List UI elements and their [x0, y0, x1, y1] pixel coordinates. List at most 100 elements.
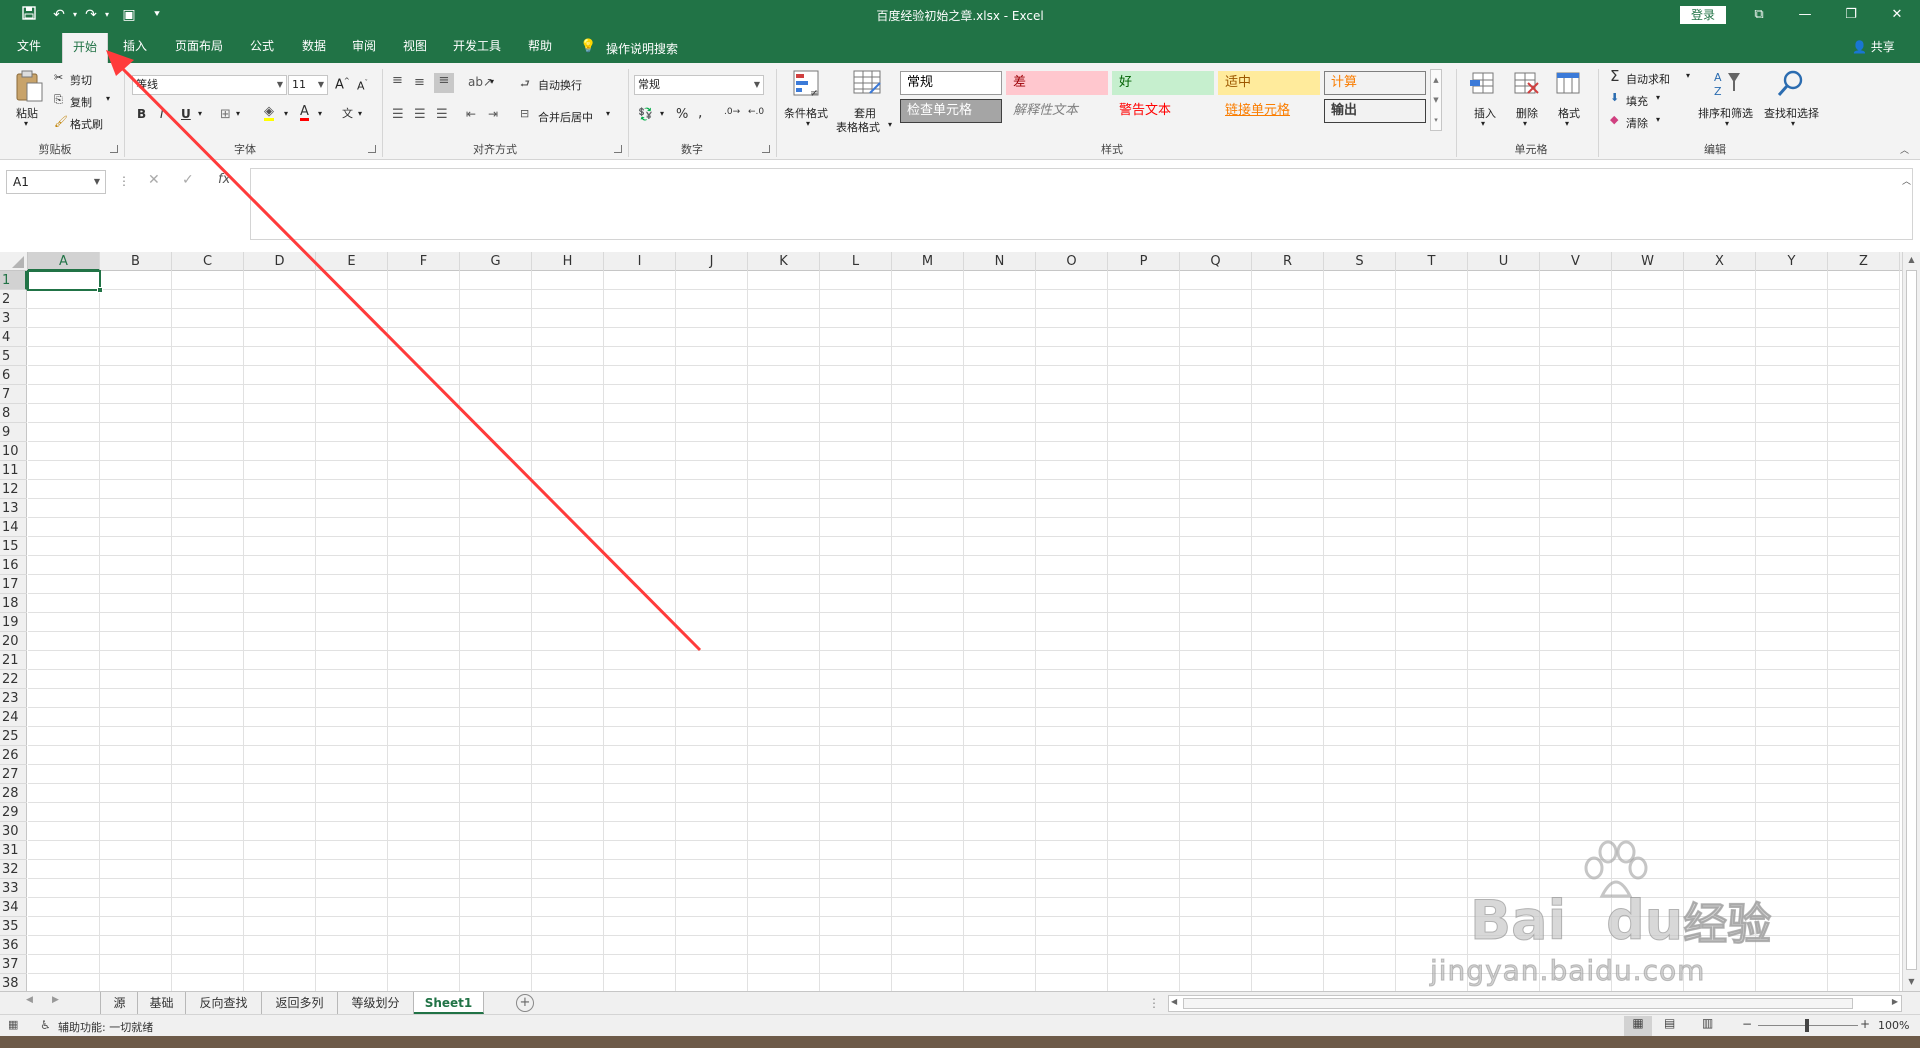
row-header-29[interactable]: 29: [0, 803, 27, 822]
normal-view-icon[interactable]: ▦: [1624, 1016, 1652, 1036]
page-layout-view-icon[interactable]: ▤: [1664, 1016, 1675, 1030]
number-launcher-icon[interactable]: [762, 145, 770, 153]
row-header-32[interactable]: 32: [0, 860, 27, 879]
tab-review[interactable]: 审阅: [342, 30, 386, 63]
style-output[interactable]: 输出: [1324, 99, 1426, 123]
scroll-right-icon[interactable]: ▶: [1892, 997, 1898, 1006]
bold-icon[interactable]: B: [137, 107, 146, 121]
align-left-icon[interactable]: ☰: [392, 107, 404, 122]
row-header-13[interactable]: 13: [0, 499, 27, 518]
fill-button[interactable]: 填充: [1626, 93, 1648, 109]
tab-view[interactable]: 视图: [393, 30, 437, 63]
column-header-b[interactable]: B: [100, 252, 172, 271]
align-center-icon[interactable]: ☰: [414, 107, 426, 122]
column-header-w[interactable]: W: [1612, 252, 1684, 271]
row-header-6[interactable]: 6: [0, 366, 27, 385]
column-header-x[interactable]: X: [1684, 252, 1756, 271]
zoom-level[interactable]: 100%: [1878, 1019, 1909, 1032]
borders-dropdown-icon[interactable]: ▾: [236, 109, 240, 118]
copy-dropdown-icon[interactable]: ▾: [106, 94, 110, 103]
insert-function-icon[interactable]: fx: [218, 172, 230, 187]
decrease-decimal-icon[interactable]: ←.0: [748, 107, 764, 117]
tab-split-grip-icon[interactable]: ⋮: [1148, 996, 1160, 1010]
row-header-9[interactable]: 9: [0, 423, 27, 442]
column-header-t[interactable]: T: [1396, 252, 1468, 271]
column-header-r[interactable]: R: [1252, 252, 1324, 271]
vertical-scroll-thumb[interactable]: [1906, 270, 1917, 970]
row-header-1[interactable]: 1: [0, 271, 27, 290]
column-header-m[interactable]: M: [892, 252, 964, 271]
delete-cells-icon[interactable]: [1512, 69, 1540, 97]
format-dropdown-icon[interactable]: ▾: [1565, 119, 1569, 128]
row-header-10[interactable]: 10: [0, 442, 27, 461]
copy-button[interactable]: 复制: [70, 94, 92, 110]
sheet-tab-return-columns[interactable]: 返回多列: [262, 992, 338, 1014]
sheet-next-icon[interactable]: ▶: [52, 995, 59, 1005]
row-header-4[interactable]: 4: [0, 328, 27, 347]
percent-icon[interactable]: %: [676, 107, 688, 122]
row-header-27[interactable]: 27: [0, 765, 27, 784]
phonetic-icon[interactable]: 文: [342, 105, 353, 121]
orientation-dropdown-icon[interactable]: ▾: [490, 77, 494, 86]
zoom-slider-thumb[interactable]: [1805, 1019, 1809, 1032]
row-header-23[interactable]: 23: [0, 689, 27, 708]
styles-gallery-scroll[interactable]: ▲ ▼ ▾: [1430, 69, 1442, 131]
tab-data[interactable]: 数据: [292, 30, 336, 63]
row-header-19[interactable]: 19: [0, 613, 27, 632]
row-header-38[interactable]: 38: [0, 974, 27, 991]
sheet-tab-reverse-lookup[interactable]: 反向查找: [186, 992, 262, 1014]
style-calculation[interactable]: 计算: [1324, 71, 1426, 95]
row-header-5[interactable]: 5: [0, 347, 27, 366]
paste-icon[interactable]: [14, 69, 44, 103]
font-launcher-icon[interactable]: [368, 145, 376, 153]
column-header-f[interactable]: F: [388, 252, 460, 271]
expand-formula-bar-icon[interactable]: ︿: [1902, 174, 1911, 187]
column-header-o[interactable]: O: [1036, 252, 1108, 271]
column-header-v[interactable]: V: [1540, 252, 1612, 271]
style-bad[interactable]: 差: [1006, 71, 1108, 95]
tab-file[interactable]: 文件: [8, 30, 50, 63]
row-header-3[interactable]: 3: [0, 309, 27, 328]
row-header-16[interactable]: 16: [0, 556, 27, 575]
column-header-n[interactable]: N: [964, 252, 1036, 271]
merge-center-button[interactable]: 合并后居中: [538, 109, 593, 125]
fill-color-dropdown-icon[interactable]: ▾: [284, 109, 288, 118]
tab-developer[interactable]: 开发工具: [444, 30, 510, 63]
borders-icon[interactable]: ⊞: [220, 107, 231, 122]
row-header-20[interactable]: 20: [0, 632, 27, 651]
tab-insert[interactable]: 插入: [114, 30, 156, 63]
macro-record-icon[interactable]: ▦: [8, 1018, 18, 1031]
column-header-i[interactable]: I: [604, 252, 676, 271]
row-header-11[interactable]: 11: [0, 461, 27, 480]
row-header-33[interactable]: 33: [0, 879, 27, 898]
align-right-icon[interactable]: ☰: [436, 107, 448, 122]
phonetic-dropdown-icon[interactable]: ▾: [358, 109, 362, 118]
autosum-dropdown-icon[interactable]: ▾: [1686, 71, 1690, 80]
column-header-h[interactable]: H: [532, 252, 604, 271]
column-header-u[interactable]: U: [1468, 252, 1540, 271]
merge-dropdown-icon[interactable]: ▾: [606, 109, 610, 118]
column-header-j[interactable]: J: [676, 252, 748, 271]
row-header-22[interactable]: 22: [0, 670, 27, 689]
collapse-ribbon-icon[interactable]: ︿: [1900, 143, 1909, 156]
row-header-25[interactable]: 25: [0, 727, 27, 746]
horizontal-scroll-thumb[interactable]: [1183, 998, 1853, 1009]
row-header-34[interactable]: 34: [0, 898, 27, 917]
add-sheet-icon[interactable]: +: [516, 994, 534, 1012]
tab-help[interactable]: 帮助: [518, 30, 562, 63]
cancel-entry-icon[interactable]: ✕: [148, 172, 160, 188]
sort-filter-icon[interactable]: AZ: [1712, 69, 1742, 99]
paste-dropdown-icon[interactable]: ▾: [24, 119, 28, 128]
zoom-in-icon[interactable]: +: [1860, 1017, 1870, 1031]
comma-style-icon[interactable]: ,: [698, 105, 702, 121]
row-header-21[interactable]: 21: [0, 651, 27, 670]
format-cells-icon[interactable]: [1554, 69, 1582, 97]
clear-button[interactable]: 清除: [1626, 115, 1648, 131]
style-good[interactable]: 好: [1112, 71, 1214, 95]
insert-dropdown-icon[interactable]: ▾: [1481, 119, 1485, 128]
conditional-format-icon[interactable]: ≠: [792, 69, 824, 99]
active-cell-outline[interactable]: [27, 270, 103, 293]
format-as-table-icon[interactable]: [852, 69, 884, 99]
decrease-indent-icon[interactable]: ⇤: [466, 107, 476, 121]
number-format-combo[interactable]: 常规 ▼: [634, 75, 764, 95]
